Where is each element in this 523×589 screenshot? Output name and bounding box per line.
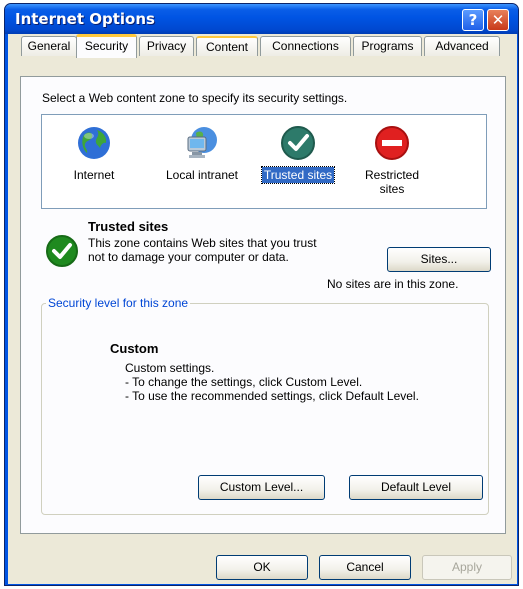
tab-security[interactable]: Security (76, 34, 137, 58)
zone-trusted-sites[interactable]: Trusted sites (256, 125, 340, 184)
selected-zone-title: Trusted sites (88, 219, 169, 234)
ok-button[interactable]: OK (216, 555, 308, 580)
zone-list[interactable]: Internet Local intranet Trusted sites Re… (41, 114, 487, 209)
zone-internet[interactable]: Internet (64, 125, 124, 183)
apply-button[interactable]: Apply (422, 555, 512, 580)
dialog-body: General Security Privacy Content Connect… (8, 34, 517, 584)
zone-local-intranet[interactable]: Local intranet (156, 125, 248, 183)
zone-label-internet: Internet (73, 168, 115, 182)
no-sites-text: No sites are in this zone. (327, 277, 459, 291)
cancel-button[interactable]: Cancel (319, 555, 411, 580)
zone-label-trusted-sites: Trusted sites (260, 166, 336, 184)
zone-label-restricted-sites: Restricted sites (364, 168, 420, 196)
computer-icon (187, 127, 217, 158)
close-button[interactable]: ✕ (487, 9, 509, 31)
custom-level-button[interactable]: Custom Level... (198, 475, 325, 500)
title-bar[interactable]: Internet Options ? ✕ (5, 4, 518, 34)
security-level-line: - To change the settings, click Custom L… (125, 375, 363, 389)
restricted-icon (375, 126, 409, 160)
security-tab-panel: Select a Web content zone to specify its… (20, 76, 506, 534)
window-title: Internet Options (15, 10, 155, 28)
security-level-description: Custom settings. - To change the setting… (125, 361, 475, 403)
tab-advanced[interactable]: Advanced (424, 36, 500, 56)
security-level-group: Security level for this zone Custom Cust… (41, 296, 489, 515)
globe-icon (78, 127, 110, 159)
selected-zone-description: This zone contains Web sites that you tr… (88, 236, 317, 264)
security-level-title: Custom (110, 341, 159, 356)
internet-options-window: Internet Options ? ✕ General Security Pr… (4, 3, 519, 586)
sites-button[interactable]: Sites... (387, 247, 491, 272)
tab-privacy[interactable]: Privacy (139, 36, 194, 56)
security-level-line: - To use the recommended settings, click… (125, 389, 419, 403)
default-level-button[interactable]: Default Level (349, 475, 483, 500)
security-level-line: Custom settings. (125, 361, 215, 375)
zone-label-local-intranet: Local intranet (165, 168, 239, 182)
check-icon (281, 126, 315, 160)
tab-connections[interactable]: Connections (260, 36, 351, 56)
tab-content[interactable]: Content (196, 36, 258, 56)
help-button[interactable]: ? (462, 9, 484, 31)
zone-restricted-sites[interactable]: Restricted sites (357, 125, 427, 197)
trusted-sites-check-icon (46, 235, 78, 267)
security-level-legend: Security level for this zone (46, 296, 191, 310)
tab-general[interactable]: General (21, 36, 77, 56)
zone-instruction: Select a Web content zone to specify its… (42, 91, 348, 105)
tab-programs[interactable]: Programs (353, 36, 422, 56)
